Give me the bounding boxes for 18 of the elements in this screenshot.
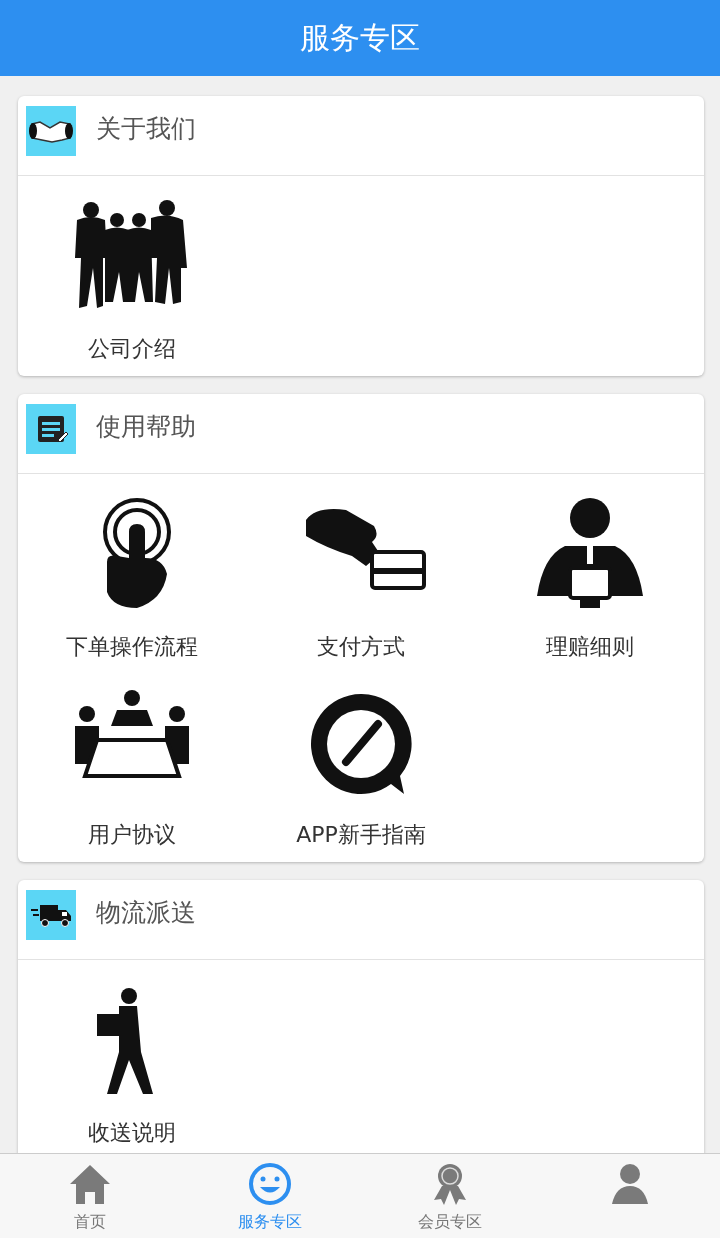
item-label: 收送说明: [88, 1119, 177, 1147]
item-label: 下单操作流程: [66, 633, 199, 661]
list-icon: [26, 404, 76, 454]
home-icon: [68, 1162, 112, 1206]
tab[interactable]: 服务专区: [180, 1154, 360, 1238]
smiley-icon: [248, 1162, 292, 1206]
tab[interactable]: 会员专区: [360, 1154, 540, 1238]
section-title: 使用帮助: [96, 411, 196, 443]
page-title: 服务专区: [300, 18, 420, 57]
item-label: APP新手指南: [296, 821, 426, 849]
section-title: 关于我们: [96, 113, 196, 145]
item-label: 支付方式: [317, 633, 405, 661]
section-title: 物流派送: [96, 897, 196, 929]
truck-icon: [26, 890, 76, 940]
item-label: 理赔细则: [545, 633, 634, 661]
item-label: 用户协议: [88, 821, 177, 849]
tab[interactable]: 首页: [0, 1154, 180, 1238]
item-label: 公司介绍: [88, 335, 177, 363]
